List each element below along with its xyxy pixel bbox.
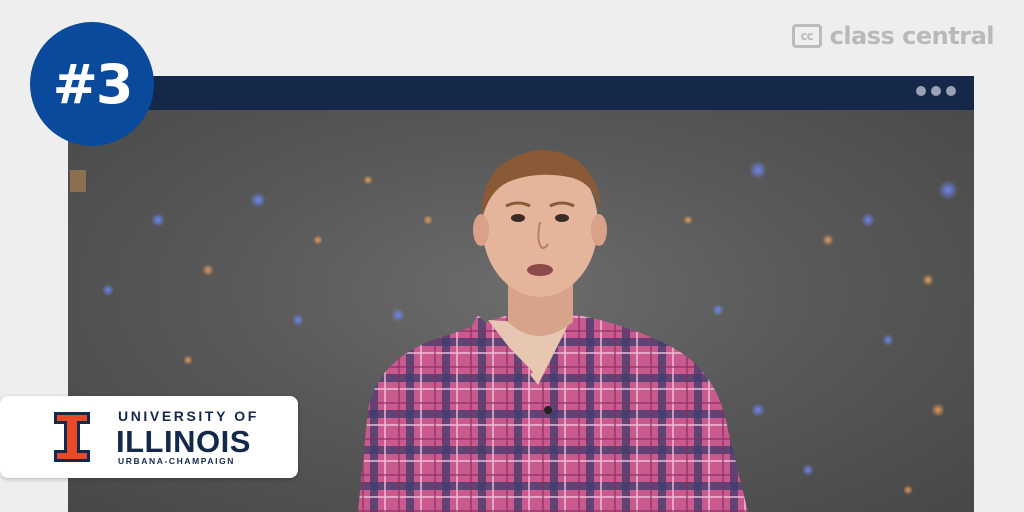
block-i-icon [54, 412, 90, 462]
class-central-logo-icon: cc [791, 24, 822, 48]
university-line-2: ILLINOIS [116, 424, 251, 459]
window-titlebar [68, 76, 974, 110]
more-dots-icon[interactable] [916, 86, 956, 96]
dot [946, 86, 956, 96]
university-line-1: UNIVERSITY OF [118, 408, 259, 424]
class-central-brand[interactable]: cc class central [791, 22, 995, 50]
university-logo-card: UNIVERSITY OF ILLINOIS URBANA-CHAMPAIGN [0, 396, 298, 478]
dot [916, 86, 926, 96]
university-line-3: URBANA-CHAMPAIGN [118, 456, 236, 466]
rank-badge: #3 [30, 22, 154, 146]
dot [931, 86, 941, 96]
class-central-wordmark: class central [829, 22, 995, 50]
